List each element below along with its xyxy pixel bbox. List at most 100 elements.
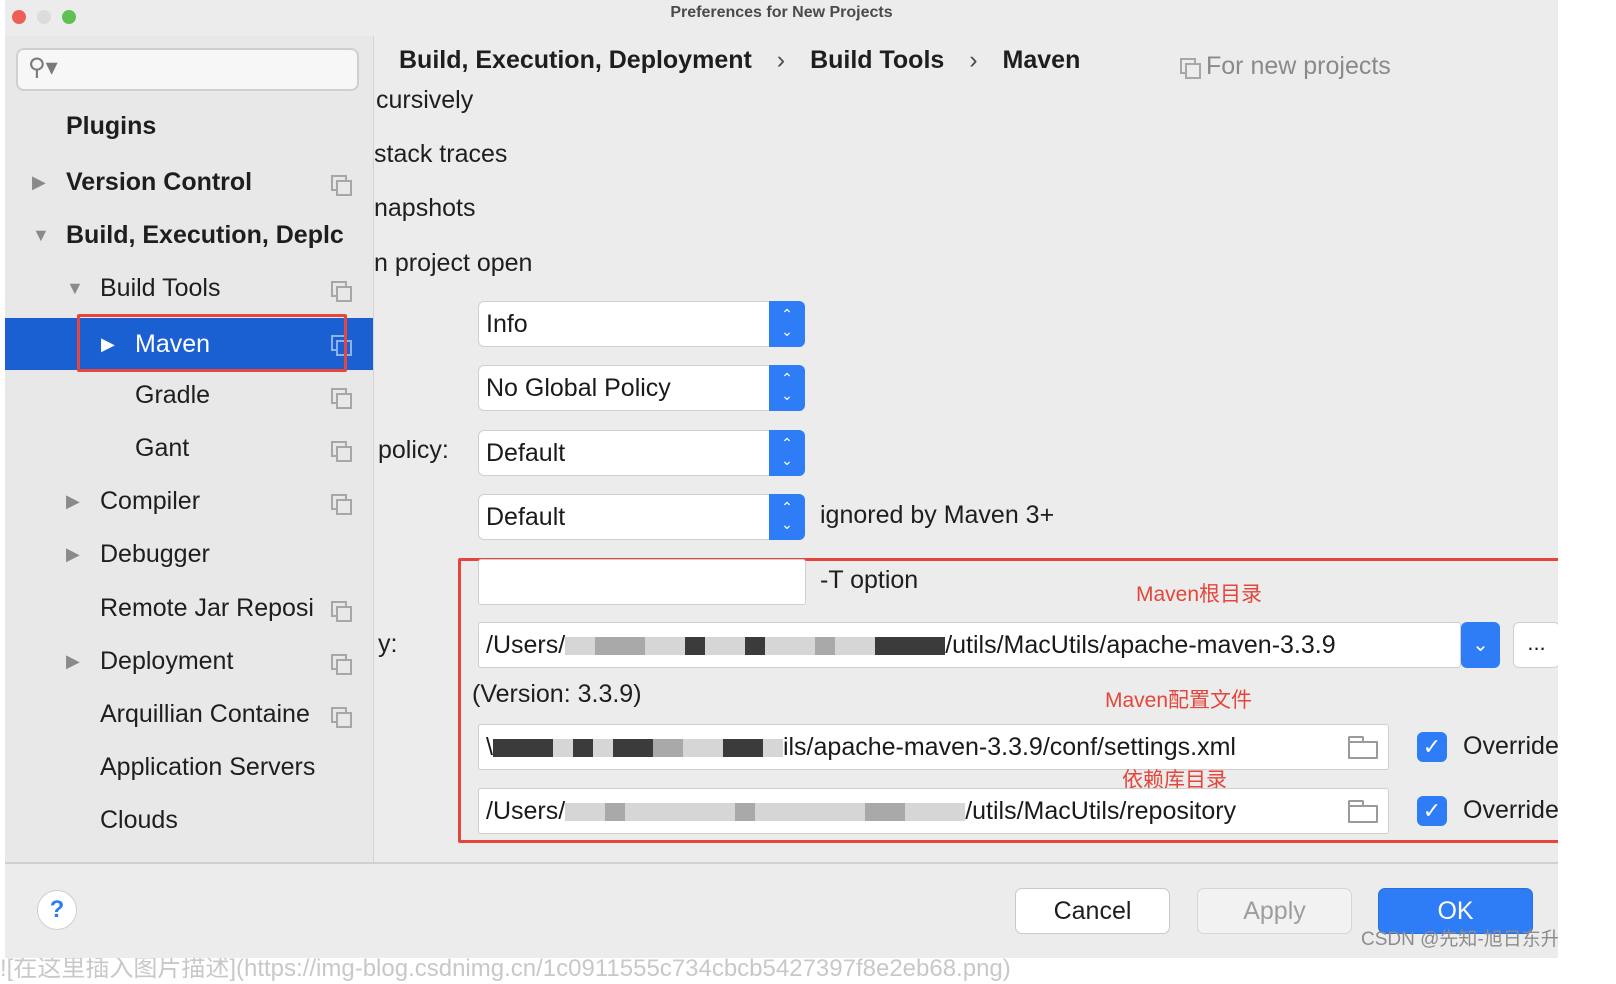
stack-traces-label: stack traces xyxy=(374,140,508,168)
override-settings-checkbox[interactable]: ✓ xyxy=(1417,732,1447,762)
folder-open-icon[interactable] xyxy=(1348,736,1378,759)
threads-note: -T option xyxy=(820,566,919,594)
sidebar-item-plugins[interactable]: Plugins xyxy=(66,106,156,146)
plugin-update-policy-value: Default xyxy=(486,503,566,531)
threads-input[interactable] xyxy=(478,559,806,605)
settings-search-input[interactable]: ⚲▾ xyxy=(16,48,359,91)
maven-settings-panel: Build, Execution, Deployment › Build Too… xyxy=(374,36,1558,862)
sidebar-item-label: Gradle xyxy=(135,381,211,409)
sidebar-item-label: Clouds xyxy=(100,806,178,834)
expand-arrow-icon[interactable]: ▶ xyxy=(66,534,80,574)
chevron-down-icon[interactable]: ⌄ xyxy=(1461,622,1500,668)
repository-path-prefix: /Users/ xyxy=(486,797,566,825)
browse-maven-home-button[interactable]: ... xyxy=(1513,622,1558,668)
sidebar-item-label: Application Servers xyxy=(100,753,316,781)
sidebar-item-remote-jar-repositories[interactable]: Remote Jar Reposi xyxy=(100,588,314,628)
project-open-label: n project open xyxy=(374,249,533,277)
window-title: Preferences for New Projects xyxy=(670,4,893,21)
annotation-maven-home: Maven根目录 xyxy=(1136,583,1263,606)
project-settings-icon xyxy=(1180,58,1201,79)
sidebar-item-label: Remote Jar Reposi xyxy=(100,594,314,622)
output-level-select[interactable]: Info ⌃ ⌄ xyxy=(478,301,805,347)
project-settings-icon xyxy=(331,707,352,728)
sidebar-item-arquillian-containers[interactable]: Arquillian Containe xyxy=(100,694,310,734)
title-bar: Preferences for New Projects xyxy=(5,0,1558,36)
sidebar-item-debugger[interactable]: Debugger xyxy=(100,534,210,574)
for-new-projects-text: For new projects xyxy=(1206,52,1391,80)
sidebar-item-build-tools[interactable]: Build Tools xyxy=(100,268,220,308)
apply-button[interactable]: Apply xyxy=(1197,888,1352,934)
breadcrumb-item[interactable]: Build, Execution, Deployment xyxy=(399,46,752,74)
maven-version-label: (Version: 3.3.9) xyxy=(472,680,642,708)
plugin-update-note: ignored by Maven 3+ xyxy=(820,501,1055,529)
project-settings-icon xyxy=(331,441,352,462)
sidebar-item-deployment[interactable]: Deployment xyxy=(100,641,233,681)
expand-arrow-icon[interactable]: ▶ xyxy=(32,162,46,202)
breadcrumb-separator-icon: › xyxy=(969,46,978,74)
sidebar-item-clouds[interactable]: Clouds xyxy=(100,800,178,840)
sidebar-item-build-execution-deployment[interactable]: Build, Execution, Deplc xyxy=(66,215,344,255)
sidebar-item-label: Deployment xyxy=(100,647,234,675)
sidebar-item-compiler[interactable]: Compiler xyxy=(100,481,200,521)
chevron-up-down-icon[interactable]: ⌃ ⌄ xyxy=(769,301,805,347)
breadcrumb-item: Maven xyxy=(1002,46,1081,74)
sidebar-item-label: Plugins xyxy=(66,112,157,140)
bottom-divider xyxy=(5,862,1558,864)
chevron-up-down-icon[interactable]: ⌃ ⌄ xyxy=(769,430,805,476)
folder-open-icon[interactable] xyxy=(1348,800,1378,823)
collapse-arrow-icon[interactable]: ▼ xyxy=(66,268,84,308)
breadcrumb-item[interactable]: Build Tools xyxy=(810,46,944,74)
collapse-arrow-icon[interactable]: ▼ xyxy=(32,215,50,255)
chevron-up-down-icon[interactable]: ⌃ ⌄ xyxy=(769,365,805,411)
sidebar-item-gradle[interactable]: Gradle xyxy=(135,375,210,415)
expand-arrow-icon[interactable]: ▶ xyxy=(66,481,80,521)
cancel-button[interactable]: Cancel xyxy=(1015,888,1170,934)
for-new-projects-label: For new projects xyxy=(1180,52,1391,81)
image-alt-caption: ![在这里插入图片描述](https://img-blog.csdnimg.cn… xyxy=(0,958,1616,984)
checksum-policy-value: No Global Policy xyxy=(486,374,671,402)
checksum-policy-select[interactable]: No Global Policy ⌃ ⌄ xyxy=(478,365,805,411)
breadcrumb-separator-icon: › xyxy=(776,46,786,74)
local-repository-input[interactable]: /Users/ /utils/MacUtils/repository xyxy=(478,788,1389,834)
csdn-watermark: CSDN @先知-旭日东升 xyxy=(1361,929,1558,950)
multiproject-policy-select[interactable]: Default ⌃ ⌄ xyxy=(478,430,805,476)
sidebar-item-label: Gant xyxy=(135,434,190,462)
sidebar-item-label: Version Control xyxy=(66,168,253,196)
help-button[interactable]: ? xyxy=(37,890,77,930)
settings-sidebar: ⚲▾ Plugins ▶ Version Control ▼ Build, Ex… xyxy=(5,36,373,862)
override-repository-label: Override xyxy=(1463,796,1558,824)
override-settings-label: Override xyxy=(1463,732,1558,760)
annotation-maven-config: Maven配置文件 xyxy=(1105,689,1253,712)
snapshots-label: napshots xyxy=(374,194,476,222)
expand-arrow-icon[interactable]: ▶ xyxy=(66,641,80,681)
settings-file-prefix: \ xyxy=(486,733,493,761)
image-alt-caption-text: ![在这里插入图片描述](https://img-blog.csdnimg.cn… xyxy=(0,958,1011,982)
output-level-value: Info xyxy=(486,310,528,338)
sidebar-item-application-servers[interactable]: Application Servers xyxy=(100,747,315,787)
settings-file-suffix: ils/apache-maven-3.3.9/conf/settings.xml xyxy=(782,733,1236,761)
plugin-update-policy-select[interactable]: Default ⌃ ⌄ xyxy=(478,494,805,540)
sidebar-item-label: Build Tools xyxy=(100,274,221,302)
sidebar-item-label: Build, Execution, Deplc xyxy=(66,221,344,249)
multiproject-policy-value: Default xyxy=(486,439,566,467)
user-settings-file-input[interactable]: \ ils/apache-maven-3.3.9/conf/settings.xm… xyxy=(478,724,1389,770)
sidebar-item-label: Debugger xyxy=(100,540,210,568)
project-settings-icon xyxy=(331,281,352,302)
maven-home-path-input[interactable]: /Users/ /utils/MacUtils/apache-maven-3.3.… xyxy=(478,622,1461,668)
breadcrumb: Build, Execution, Deployment › Build Too… xyxy=(399,46,1098,75)
maven-home-path-prefix: /Users/ xyxy=(486,631,566,659)
maven-highlight-box xyxy=(77,314,347,372)
sidebar-item-version-control[interactable]: Version Control xyxy=(66,162,252,202)
sidebar-item-label: Compiler xyxy=(100,487,201,515)
preferences-window: Preferences for New Projects ⚲▾ Plugins … xyxy=(5,0,1558,958)
project-settings-icon xyxy=(331,175,352,196)
maven-home-label: y: xyxy=(378,630,398,658)
project-settings-icon xyxy=(331,601,352,622)
override-repository-checkbox[interactable]: ✓ xyxy=(1417,796,1447,826)
maven-home-path-suffix: /utils/MacUtils/apache-maven-3.3.9 xyxy=(945,631,1336,659)
chevron-up-down-icon[interactable]: ⌃ ⌄ xyxy=(769,494,805,540)
sidebar-item-gant[interactable]: Gant xyxy=(135,428,189,468)
project-settings-icon xyxy=(331,654,352,675)
project-settings-icon xyxy=(331,494,352,515)
repository-path-suffix: /utils/MacUtils/repository xyxy=(965,797,1237,825)
